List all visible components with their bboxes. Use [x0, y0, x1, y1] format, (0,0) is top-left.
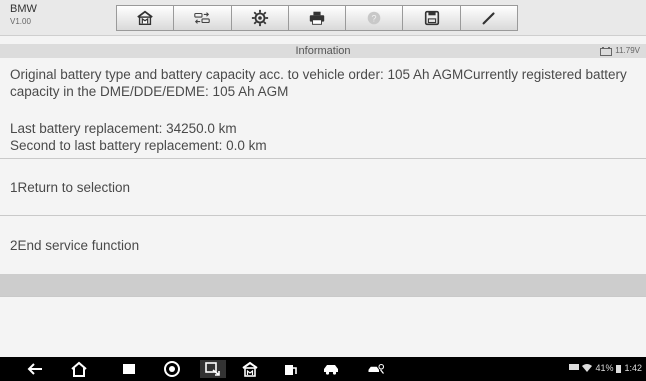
page-title: Information	[295, 45, 351, 57]
home-nav-button[interactable]	[70, 360, 88, 378]
recent-apps-button[interactable]	[120, 360, 138, 378]
wifi-icon	[582, 364, 593, 372]
diag-home-icon	[242, 361, 258, 377]
message-icon	[569, 364, 580, 370]
tool-buttons: ?	[116, 5, 518, 31]
option-label: 2End service function	[10, 238, 140, 253]
help-button[interactable]: ?	[346, 5, 404, 31]
print-button[interactable]	[288, 5, 347, 31]
car-service-icon	[368, 363, 385, 374]
browser-button[interactable]	[163, 360, 181, 378]
voltage-value: 11.79V	[615, 46, 640, 55]
edit-icon	[482, 12, 495, 25]
service-button[interactable]	[364, 360, 388, 378]
option-return-to-selection[interactable]: 1Return to selection	[0, 159, 646, 215]
remote-button[interactable]	[200, 360, 226, 378]
second-last-replacement-text: Second to last battery replacement: 0.0 …	[10, 138, 267, 153]
app-version: V1.00	[10, 17, 31, 26]
car-icon	[324, 365, 338, 375]
last-replacement-text: Last battery replacement: 34250.0 km	[10, 121, 237, 136]
system-nav-bar: 41% 1:42	[0, 357, 646, 381]
option-label: 1Return to selection	[10, 180, 131, 195]
clock: 1:42	[624, 363, 642, 373]
brand-name: BMW	[10, 3, 37, 15]
battery-icon	[616, 364, 622, 373]
vehicle-swap-button[interactable]	[174, 5, 232, 31]
help-icon: ?	[367, 11, 381, 25]
battery-voltage: 11.79V	[600, 44, 640, 58]
settings-button[interactable]	[231, 5, 289, 31]
home-nav-icon	[71, 361, 87, 377]
vehicle-swap-icon	[194, 12, 211, 24]
brand-block: BMW V1.00	[10, 4, 37, 26]
edit-button[interactable]	[460, 5, 518, 31]
home-icon	[137, 10, 153, 26]
top-toolbar: BMW V1.00 ?	[0, 0, 646, 36]
svg-text:?: ?	[372, 14, 377, 24]
information-header: Information 11.79V	[0, 44, 646, 58]
battery-voltage-icon	[600, 46, 613, 56]
empty-option-band	[0, 274, 646, 296]
battery-info-text: Original battery type and battery capaci…	[10, 67, 627, 99]
status-area: 41% 1:42	[569, 363, 642, 373]
option-end-service-function[interactable]: 2End service function	[0, 216, 646, 274]
battery-percent: 41%	[595, 363, 614, 373]
diag-home-button[interactable]	[241, 360, 259, 378]
home-button[interactable]	[116, 5, 175, 31]
back-icon	[27, 363, 42, 375]
fuel-icon	[285, 365, 297, 375]
settings-icon	[251, 9, 268, 27]
divider	[0, 296, 646, 297]
recent-apps-icon	[123, 364, 135, 374]
vehicle-button[interactable]	[322, 360, 340, 378]
browser-icon	[164, 361, 180, 377]
fuel-button[interactable]	[282, 360, 300, 378]
save-button[interactable]	[403, 5, 461, 31]
save-icon	[424, 10, 439, 26]
print-icon	[309, 11, 325, 25]
back-button[interactable]	[26, 360, 44, 378]
replacement-info: Last battery replacement: 34250.0 km Sec…	[10, 120, 610, 154]
remote-icon	[205, 362, 220, 376]
